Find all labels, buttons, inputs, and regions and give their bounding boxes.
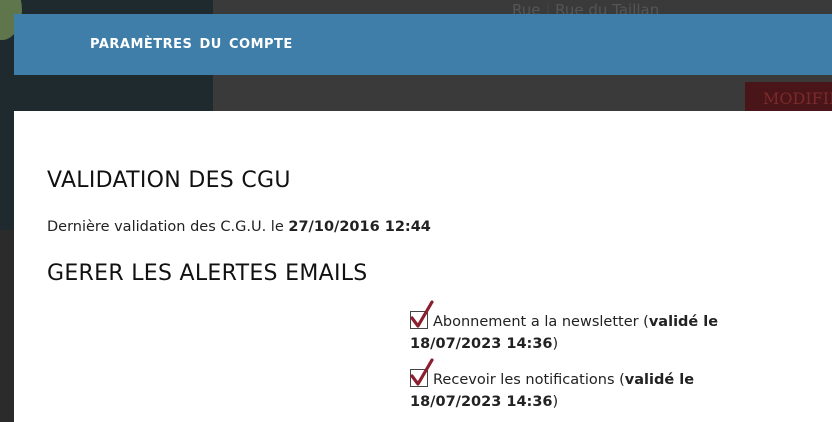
modal-title: Paramètres du compte (90, 31, 293, 53)
notifications-option: Recevoir les notifications (validé le 18… (410, 358, 770, 413)
cgu-date: 27/10/2016 12:44 (288, 219, 431, 235)
alerts-heading: GERER LES ALERTES EMAILS (47, 261, 368, 286)
notifications-label: Recevoir les notifications (433, 372, 615, 388)
newsletter-option: Abonnement a la newsletter (validé le 18… (410, 300, 770, 355)
checkmark-icon (410, 358, 434, 386)
newsletter-checkbox[interactable] (410, 300, 434, 329)
notifications-checkbox[interactable] (410, 358, 434, 387)
newsletter-label: Abonnement a la newsletter (433, 314, 639, 330)
modal-header: Paramètres du compte (14, 14, 832, 75)
cgu-validation-text: Dernière validation des C.G.U. le 27/10/… (47, 219, 431, 235)
modify-button[interactable]: MODIFIER (745, 82, 832, 114)
cgu-text: Dernière validation des C.G.U. le (47, 219, 284, 235)
cgu-heading: VALIDATION DES CGU (47, 168, 291, 193)
modal-body: VALIDATION DES CGU Dernière validation d… (14, 111, 832, 422)
checkmark-icon (410, 300, 434, 328)
